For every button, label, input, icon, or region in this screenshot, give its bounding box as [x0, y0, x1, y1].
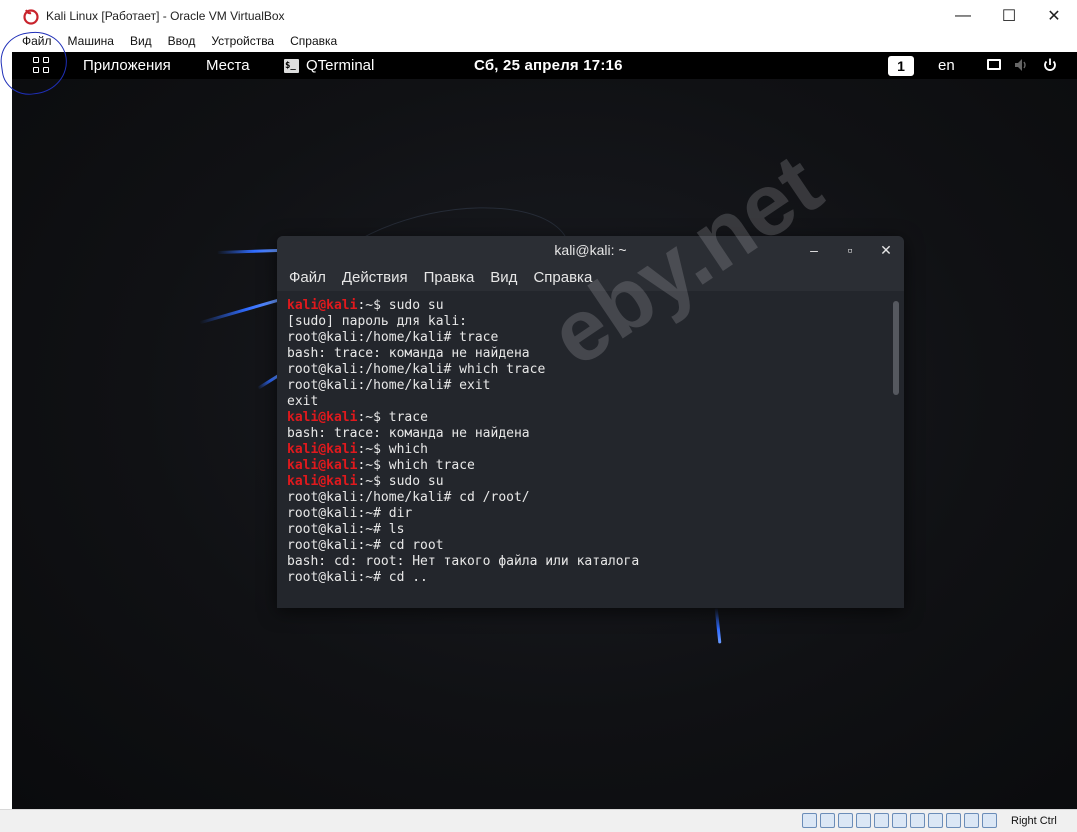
prompt-separator: :~$ — [357, 474, 389, 489]
display-icon[interactable] — [910, 813, 925, 828]
prompt-separator: :~$ — [357, 442, 389, 457]
line-text: exit — [287, 394, 319, 409]
line-text: root@kali:/home/kali# cd /root/ — [287, 490, 530, 505]
line-text: bash: trace: команда не найдена — [287, 346, 530, 361]
video-capture-icon[interactable] — [928, 813, 943, 828]
line-text: bash: cd: root: Нет такого файла или кат… — [287, 554, 640, 569]
line-text: root@kali:/home/kali# exit — [287, 378, 491, 393]
terminal-line: root@kali:/home/kali# cd /root/ — [287, 490, 887, 506]
terminal-close-button[interactable]: ✕ — [876, 236, 896, 264]
terminal-line: root@kali:~# cd root — [287, 538, 887, 554]
shared-folders-icon[interactable] — [892, 813, 907, 828]
line-text: root@kali:~# ls — [287, 522, 405, 537]
guest-screen[interactable]: Приложения Места $_ QTerminal Сб, 25 апр… — [12, 52, 1077, 809]
wallpaper-streak — [199, 298, 279, 325]
host-titlebar: Kali Linux [Работает] - Oracle VM Virtua… — [0, 0, 1077, 31]
audio-icon[interactable] — [838, 813, 853, 828]
host-minimize-button[interactable]: — — [940, 0, 986, 31]
wallpaper-streak — [714, 607, 722, 644]
terminal-menu-file[interactable]: Файл — [281, 269, 334, 286]
host-menu-machine[interactable]: Машина — [60, 31, 122, 52]
line-text: bash: trace: команда не найдена — [287, 426, 530, 441]
line-text: sudo su — [388, 474, 444, 489]
terminal-maximize-button[interactable]: ▫ — [840, 236, 860, 264]
prompt-user: kali@kali — [287, 474, 358, 489]
prompt-user: kali@kali — [287, 298, 358, 313]
wallpaper-streak — [216, 248, 280, 255]
prompt-separator: :~$ — [357, 410, 389, 425]
terminal-line: root@kali:~# cd .. — [287, 570, 887, 586]
network-icon[interactable] — [856, 813, 871, 828]
terminal-icon: $_ — [284, 58, 299, 73]
terminal-line: kali@kali:~$ trace — [287, 410, 887, 426]
device-status-icons — [802, 813, 997, 828]
places-menu[interactable]: Места — [206, 52, 250, 79]
virtualbox-app-icon — [22, 7, 40, 25]
clock[interactable]: Сб, 25 апреля 17:16 — [474, 52, 623, 79]
terminal-scrollbar[interactable] — [893, 301, 899, 395]
qterminal-app-menu[interactable]: $_ QTerminal — [284, 52, 374, 79]
mouse-integration-icon[interactable] — [964, 813, 979, 828]
host-menubar: Файл Машина Вид Ввод Устройства Справка — [0, 31, 1077, 52]
terminal-line: root@kali:~# dir — [287, 506, 887, 522]
usb-icon[interactable] — [874, 813, 889, 828]
line-text: root@kali:/home/kali# trace — [287, 330, 499, 345]
prompt-user: kali@kali — [287, 442, 358, 457]
terminal-menu-actions[interactable]: Действия — [334, 269, 416, 286]
terminal-line: kali@kali:~$ sudo su — [287, 474, 887, 490]
host-statusbar: Right Ctrl — [0, 809, 1077, 831]
host-key-label: Right Ctrl — [1011, 815, 1057, 827]
gnome-top-bar: Приложения Места $_ QTerminal Сб, 25 апр… — [12, 52, 1077, 79]
keyboard-layout-indicator[interactable]: en — [938, 52, 955, 79]
line-text: sudo su — [388, 298, 444, 313]
terminal-line: bash: trace: команда не найдена — [287, 426, 887, 442]
applications-menu[interactable]: Приложения — [83, 52, 171, 79]
host-maximize-button[interactable]: ☐ — [986, 0, 1032, 31]
terminal-menu-edit[interactable]: Правка — [416, 269, 483, 286]
line-text: which trace — [388, 458, 475, 473]
terminal-line: exit — [287, 394, 887, 410]
line-text: root@kali:~# dir — [287, 506, 413, 521]
terminal-line: bash: cd: root: Нет такого файла или кат… — [287, 554, 887, 570]
virtualbox-window: Kali Linux [Работает] - Oracle VM Virtua… — [0, 0, 1077, 831]
power-icon[interactable] — [1042, 57, 1058, 73]
terminal-minimize-button[interactable]: ‒ — [804, 236, 824, 264]
screen-icon[interactable] — [987, 59, 1001, 70]
prompt-user: kali@kali — [287, 410, 358, 425]
host-menu-input[interactable]: Ввод — [160, 31, 204, 52]
line-text: [sudo] пароль для kali: — [287, 314, 468, 329]
prompt-separator: :~$ — [357, 298, 389, 313]
keyboard-capture-icon[interactable] — [982, 813, 997, 828]
host-window-title: Kali Linux [Работает] - Oracle VM Virtua… — [46, 8, 285, 23]
prompt-user: kali@kali — [287, 458, 358, 473]
terminal-titlebar[interactable]: kali@kali: ~ ‒ ▫ ✕ — [277, 236, 904, 264]
line-text: which — [388, 442, 428, 457]
terminal-line: kali@kali:~$ which trace — [287, 458, 887, 474]
qterminal-label: QTerminal — [306, 57, 375, 74]
host-menu-view[interactable]: Вид — [122, 31, 160, 52]
workspace-indicator[interactable]: 1 — [888, 56, 914, 76]
optical-drive-icon[interactable] — [820, 813, 835, 828]
terminal-line: kali@kali:~$ which — [287, 442, 887, 458]
host-close-button[interactable]: ✕ — [1031, 0, 1077, 31]
line-text: root@kali:/home/kali# which trace — [287, 362, 546, 377]
prompt-separator: :~$ — [357, 458, 389, 473]
terminal-line: root@kali:~# ls — [287, 522, 887, 538]
speaker-muted-icon[interactable] — [1013, 57, 1029, 73]
line-text: root@kali:~# cd root — [287, 538, 444, 553]
line-text: root@kali:~# cd .. — [287, 570, 428, 585]
host-menu-devices[interactable]: Устройства — [203, 31, 282, 52]
terminal-menu-view[interactable]: Вид — [482, 269, 525, 286]
hard-disk-icon[interactable] — [802, 813, 817, 828]
cpu-icon[interactable] — [946, 813, 961, 828]
host-menu-help[interactable]: Справка — [282, 31, 345, 52]
line-text: trace — [388, 410, 428, 425]
